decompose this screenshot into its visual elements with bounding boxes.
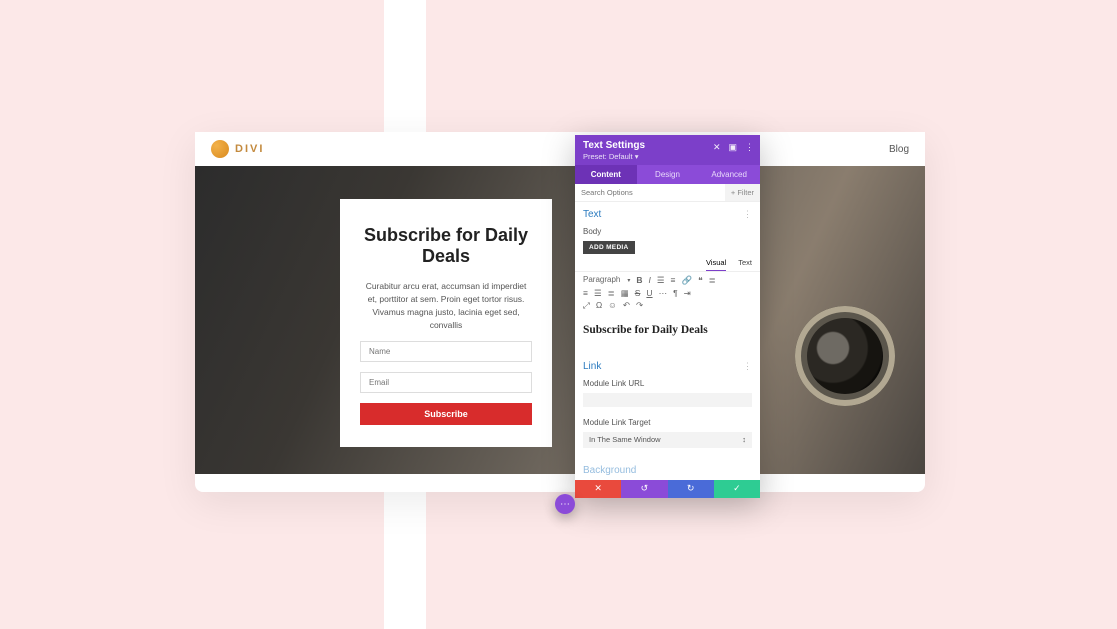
name-input[interactable] [360,341,532,362]
align-icon[interactable]: ≣ [709,276,716,285]
link-target-select[interactable]: In The Same Window ↕ [583,432,752,448]
add-media-button[interactable]: ADD MEDIA [583,241,635,254]
cancel-button[interactable]: ✕ [575,480,621,498]
pilcrow-icon[interactable]: ¶ [673,289,678,298]
builder-canvas: DIVI Blog Subscribe for Daily Deals Cura… [195,132,925,492]
kebab-icon[interactable]: ⋮ [745,142,754,153]
align-left-icon[interactable]: ≡ [583,289,588,298]
symbol-icon[interactable]: Ω [596,301,602,310]
link-url-input[interactable] [583,393,752,407]
panel-footer: ✕ ↺ ↻ ✓ [575,480,760,498]
tab-content[interactable]: Content [575,165,637,184]
hero-section: Subscribe for Daily Deals Curabitur arcu… [195,166,925,474]
optin-title: Subscribe for Daily Deals [360,225,532,266]
chevron-down-icon: ↕ [742,435,746,444]
section-text[interactable]: Text ⋮ [575,202,760,224]
camera-lens-graphic [795,306,895,406]
subscribe-button[interactable]: Subscribe [360,403,532,425]
panel-tabs: Content Design Advanced [575,165,760,184]
collapse-icon[interactable]: ⋮ [743,209,752,220]
close-icon[interactable]: ✕ [713,142,721,153]
ul-icon[interactable]: ☰ [657,276,665,285]
redo-icon[interactable]: ↷ [636,301,643,310]
collapse-icon[interactable]: ⋮ [743,361,752,372]
site-logo[interactable]: DIVI [211,140,264,158]
link-url-label: Module Link URL [575,376,760,391]
add-module-pill[interactable]: ⋯ [555,494,575,514]
search-input[interactable] [575,184,725,201]
richtext-toolbar: Paragraph B I ☰ ≡ 🔗 ❝ ≣ [575,271,760,289]
quote-icon[interactable]: ❝ [698,276,703,285]
section-background[interactable]: Background [575,458,760,480]
richtext-editor[interactable]: Subscribe for Daily Deals [575,314,760,354]
italic-icon[interactable]: I [649,276,651,285]
email-input[interactable] [360,372,532,393]
site-topbar: DIVI Blog [195,132,925,166]
expand-icon[interactable]: ▣ [728,142,737,153]
optin-body: Curabitur arcu erat, accumsan id imperdi… [360,280,532,331]
color-icon[interactable]: ▦ [621,289,629,298]
emoji-icon[interactable]: ☺ [608,301,617,310]
align-center-icon[interactable]: ☰ [594,289,602,298]
tab-design[interactable]: Design [637,165,699,184]
strike-icon[interactable]: S [635,289,641,298]
logo-icon [211,140,229,158]
underline-icon[interactable]: U [646,289,652,298]
ol-icon[interactable]: ≡ [671,276,676,285]
link-target-label: Module Link Target [575,415,760,430]
save-button[interactable]: ✓ [714,480,760,498]
optin-card: Subscribe for Daily Deals Curabitur arcu… [340,199,552,447]
bold-icon[interactable]: B [636,276,642,285]
redo-button[interactable]: ↻ [668,480,714,498]
panel-preset[interactable]: Preset: Default ▾ [583,152,752,161]
logo-text: DIVI [235,143,264,155]
section-link[interactable]: Link ⋮ [575,354,760,376]
undo-button[interactable]: ↺ [621,480,667,498]
body-label: Body [575,224,760,239]
panel-header[interactable]: Text Settings Preset: Default ▾ ✕ ▣ ⋮ [575,135,760,165]
undo-icon[interactable]: ↶ [623,301,630,310]
more-icon[interactable]: ⋯ [659,289,668,298]
tab-advanced[interactable]: Advanced [698,165,760,184]
search-row: + Filter [575,184,760,202]
indent-icon[interactable]: ⇥ [684,289,691,298]
filter-button[interactable]: + Filter [725,184,760,201]
align-right-icon[interactable]: ≣ [608,289,615,298]
richtext-toolbar-row2: ≡ ☰ ≣ ▦ S U ⋯ ¶ ⇥ [575,289,760,302]
fullscreen-icon[interactable]: ⤢ [583,301,590,310]
editor-tab-text[interactable]: Text [738,258,752,271]
paragraph-select[interactable]: Paragraph [583,276,630,284]
nav-link-blog[interactable]: Blog [889,144,909,155]
editor-tab-visual[interactable]: Visual [706,258,726,271]
link-icon[interactable]: 🔗 [681,276,692,285]
module-settings-panel: Text Settings Preset: Default ▾ ✕ ▣ ⋮ Co… [575,135,760,498]
panel-header-actions: ✕ ▣ ⋮ [713,142,754,153]
editor-mode-tabs: Visual Text [575,258,760,271]
richtext-toolbar-row3: ⤢ Ω ☺ ↶ ↷ [575,301,760,314]
